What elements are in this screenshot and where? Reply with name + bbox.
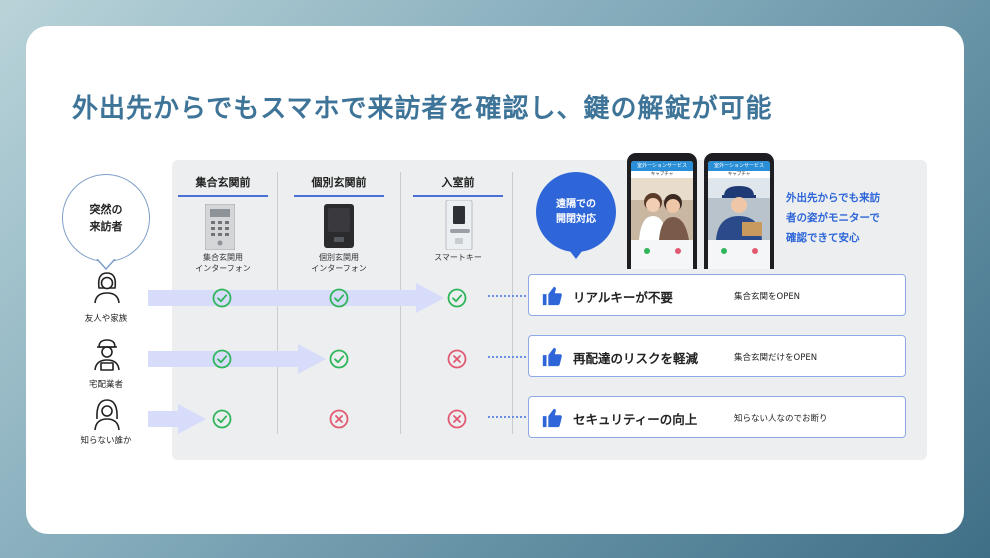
benefit-box: リアルキーが不要 集合玄関をOPEN: [528, 274, 906, 316]
benefit-subtext: 集合玄関をOPEN: [734, 292, 801, 302]
device-label-smart-key: スマートキー: [434, 253, 482, 262]
app-subbar: キャプチャ: [631, 171, 693, 178]
thumbs-up-icon: [542, 408, 562, 428]
smartphone-mockup: 室外ーションサービス キャプチャ: [627, 153, 697, 269]
column-header-shared-entrance: 集合玄関前: [178, 174, 268, 197]
device-label-private: 個別玄関用 インターフォン: [311, 253, 367, 273]
flow-arrow-row3: [148, 404, 206, 434]
cross-icon: [447, 349, 467, 369]
smart-key-icon: [445, 200, 473, 250]
camera-view-couple: [631, 178, 693, 240]
check-icon: [212, 409, 232, 429]
delivery-person-icon: [94, 339, 120, 371]
smartphone-mockup: 室外ーションサービス キャプチャ: [704, 153, 774, 269]
private-intercom-icon: [324, 204, 354, 248]
badge-tail: [566, 246, 586, 259]
thumbs-up-icon: [542, 347, 562, 367]
benefit-title: セキュリティーの向上: [573, 412, 698, 427]
check-icon: [447, 288, 467, 308]
visitor-label-unknown: 知らない誰か: [80, 436, 132, 446]
app-subbar: キャプチャ: [708, 171, 770, 178]
dotted-connector: [488, 295, 526, 297]
benefit-box: 再配達のリスクを軽減 集合玄関だけをOPEN: [528, 335, 906, 377]
benefit-subtext: 集合玄関だけをOPEN: [734, 353, 818, 363]
benefit-subtext: 知らない人なのでお断り: [734, 414, 828, 424]
visitor-label-friends: 友人や家族: [84, 314, 128, 324]
hooded-person-icon: [94, 399, 120, 431]
answer-icon: [643, 248, 650, 254]
dotted-connector: [488, 416, 526, 418]
benefit-box: セキュリティーの向上 知らない人なのでお断り: [528, 396, 906, 438]
app-bar: 室外ーションサービス: [708, 161, 770, 171]
dotted-connector: [488, 356, 526, 358]
column-header-private-entrance: 個別玄関前: [294, 174, 384, 197]
flow-arrow-row1: [148, 283, 444, 313]
cross-icon: [447, 409, 467, 429]
phone-screen: 室外ーションサービス キャプチャ: [631, 161, 693, 269]
shared-intercom-icon: [205, 204, 235, 250]
thumbs-up-icon: [542, 286, 562, 306]
device-label-shared: 集合玄関用 インターフォン: [195, 253, 251, 273]
phone-caption: 外出先からでも来訪 者の姿がモニターで 確認できて安心: [786, 192, 881, 244]
page-title: 外出先からでもスマホで来訪者を確認し、鍵の解錠が可能: [72, 94, 773, 124]
unlock-icon: [751, 248, 758, 254]
benefit-title: リアルキーが不要: [573, 290, 673, 305]
woman-icon: [94, 272, 120, 304]
sudden-visitor-bubble: 突然の 来訪者: [62, 174, 150, 262]
camera-view-courier: [708, 178, 770, 240]
column-divider: [512, 172, 513, 434]
check-icon: [329, 349, 349, 369]
remote-operation-badge: 遠隔での 開閉対応: [536, 172, 616, 252]
benefit-title: 再配達のリスクを軽減: [573, 351, 699, 366]
app-bar: 室外ーションサービス: [631, 161, 693, 171]
check-icon: [212, 288, 232, 308]
check-icon: [329, 288, 349, 308]
column-header-room-entry: 入室前: [413, 174, 503, 197]
cross-icon: [329, 409, 349, 429]
answer-icon: [720, 248, 727, 254]
unlock-icon: [674, 248, 681, 254]
visitor-label-delivery: 宅配業者: [88, 380, 123, 390]
check-icon: [212, 349, 232, 369]
flow-arrow-row2: [148, 344, 326, 374]
phone-screen: 室外ーションサービス キャプチャ: [708, 161, 770, 269]
